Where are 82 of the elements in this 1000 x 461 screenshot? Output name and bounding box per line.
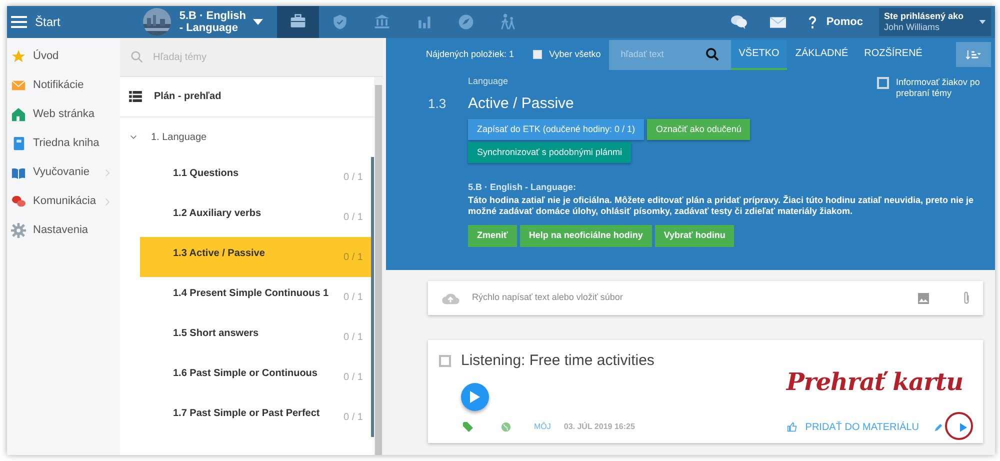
annotation-label: Prehrať kartu: [786, 366, 963, 398]
menu-icon: [11, 16, 27, 28]
paperclip-icon: [963, 291, 970, 305]
sidebar-item[interactable]: Triedna kniha: [7, 129, 120, 158]
list-icon: [129, 91, 142, 102]
caret-icon: [253, 19, 264, 25]
play-button[interactable]: [461, 382, 489, 410]
pencil-icon: [934, 422, 943, 432]
notice-text: Táto hodina zatiaľ nie je oficiálna. Môžete editovať plán a pridať prípravy. Žiaci túto hodinu zatiaľ neuvidia, preto nie je možné zadávať domáce úlohy, ohlásiť písomky, zadávať testy či zdieľať materiály žiakom.: [468, 194, 974, 216]
menu-button[interactable]: Štart: [7, 6, 68, 38]
user-menu[interactable]: Ste prihlásený ako John Williams: [879, 8, 991, 36]
globe-icon: [501, 422, 511, 432]
envelope-icon: [11, 78, 26, 93]
select-all-checkbox[interactable]: Vyber všetko: [533, 48, 601, 62]
cloud-upload-icon: [441, 292, 460, 304]
topic-count: 0 / 1: [344, 371, 363, 385]
topic-search-field[interactable]: Hľadaj témy: [153, 50, 303, 64]
search-box[interactable]: hľadať text: [608, 40, 731, 70]
topic-count: 0 / 1: [344, 331, 363, 345]
quick-post-field[interactable]: Rýchlo napísať text alebo vložiť súbor: [472, 291, 906, 305]
sort-button[interactable]: [956, 42, 991, 67]
chat-bubbles-icon: [11, 194, 26, 209]
sidebar-item[interactable]: Web stránka: [7, 100, 120, 129]
mail-icon: [770, 16, 786, 28]
bank-icon: [373, 13, 392, 31]
topic-count: 0 / 1: [344, 411, 363, 425]
image-icon: [918, 292, 929, 304]
topic-category: Language: [468, 75, 510, 88]
filter-tab[interactable]: ZÁKLADNÉ: [787, 40, 856, 70]
filter-tab[interactable]: VŠETKO: [730, 40, 788, 70]
play-icon: [960, 422, 966, 432]
sidebar-item[interactable]: Úvod: [7, 42, 120, 71]
topic-count: 0 / 1: [344, 211, 363, 225]
sidebar-item[interactable]: Komunikácia: [7, 187, 120, 216]
gear-icon: [11, 223, 26, 238]
inform-checkbox[interactable]: Informovať žiakov po prebraní témy: [877, 77, 987, 115]
sort-icon: [966, 50, 981, 60]
hikers-icon: [499, 13, 518, 31]
search-field[interactable]: hľadať text: [620, 48, 706, 62]
card-title: Listening: Free time activities: [461, 351, 654, 371]
circle-annotation: [944, 411, 974, 441]
sidebar-item[interactable]: Nastavenia: [7, 216, 120, 245]
chevron-icon: [105, 168, 110, 176]
sidebar-item[interactable]: Notifikácie: [7, 71, 120, 100]
nav-tab[interactable]: [277, 6, 320, 38]
search-icon: [131, 51, 143, 63]
topic-number: 1.3: [428, 95, 448, 113]
search-box[interactable]: Hľadaj témy: [120, 38, 383, 77]
play-icon: [470, 390, 480, 402]
quick-post-box[interactable]: Rýchlo napísať text alebo vložiť súbor: [428, 281, 983, 315]
card-date: 03. JÚL 2019 16:25: [564, 421, 635, 433]
results-count: Nájdených položiek: 1: [426, 48, 514, 61]
house-icon: [11, 107, 26, 122]
thumbs-up-icon: [787, 422, 798, 432]
shield-icon: [331, 13, 350, 31]
topic-count: 0 / 1: [344, 291, 363, 305]
action-button[interactable]: Synchronizovať s podobnými plánmi: [468, 142, 631, 163]
play-card-button[interactable]: [957, 421, 969, 433]
search-icon: [706, 48, 719, 61]
book-icon: [11, 136, 26, 151]
help-icon: [808, 16, 818, 28]
topic-count: 0 / 1: [344, 171, 363, 185]
chevron-icon: [105, 198, 110, 206]
notice-heading: 5.B · English - Language:: [468, 181, 578, 194]
star-icon: [11, 49, 26, 64]
checkbox[interactable]: [439, 355, 451, 368]
sidebar-item[interactable]: Vyučovanie: [7, 158, 120, 187]
topic-item[interactable]: 1.3 Active / Passive 0 / 1: [140, 237, 374, 277]
user-caption: Ste prihlásený ako: [884, 11, 965, 22]
filter-tab[interactable]: ROZŠÍRENÉ: [856, 40, 930, 70]
chevron-down-icon: [130, 134, 137, 141]
class-selector[interactable]: 5.B · English - Language: [179, 10, 264, 34]
topic-count: 0 / 1: [344, 251, 363, 265]
tag-icon: [463, 422, 473, 432]
section-item[interactable]: 1. Language: [120, 118, 374, 157]
topic-title: Active / Passive: [468, 94, 575, 114]
caret-icon: [979, 20, 986, 24]
chat-icon: [730, 14, 748, 30]
scrollbar[interactable]: [374, 77, 383, 455]
compass-icon: [457, 13, 476, 31]
help-button[interactable]: Pomoc: [808, 14, 863, 30]
user-name: John Williams: [884, 22, 941, 33]
